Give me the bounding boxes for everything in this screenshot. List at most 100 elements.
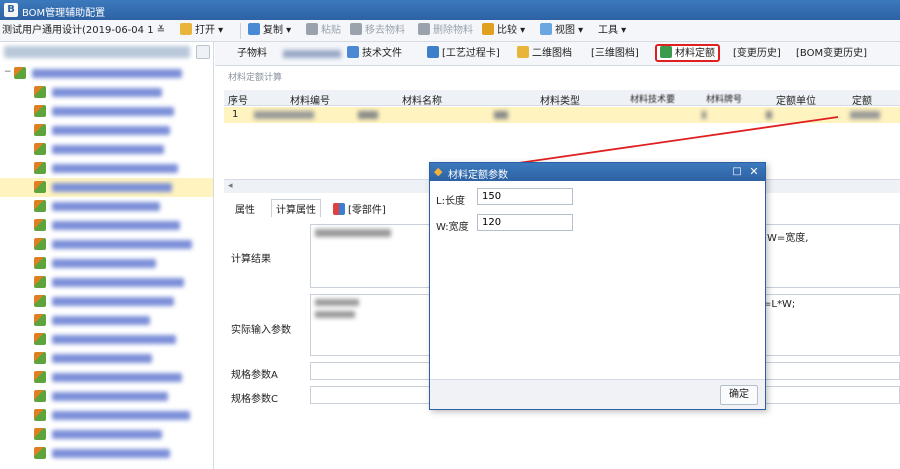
tree-node-label <box>52 297 174 306</box>
tree-node-label <box>52 316 150 325</box>
tree-node[interactable] <box>0 311 213 330</box>
tree-node[interactable] <box>0 197 213 216</box>
ok-button[interactable]: 确定 <box>720 385 758 405</box>
col-material-code[interactable]: 材料编号 <box>290 92 330 107</box>
tree-node-label <box>52 164 178 173</box>
tree-node[interactable] <box>0 330 213 349</box>
scheme-select[interactable]: 测试用户通用设计(2019-06-04 1 ≚ <box>2 23 170 39</box>
input-hint: =L*W; <box>763 299 796 310</box>
tab-parts[interactable]: [零部件] <box>333 201 386 216</box>
tab-3d-drawing[interactable]: [三维图档] <box>591 46 639 62</box>
tab-parts-label: [零部件] <box>348 205 386 216</box>
tab-2d-drawing-label: 二维图档 <box>532 48 572 59</box>
tree-node[interactable] <box>0 83 213 102</box>
collapse-icon: − <box>4 67 12 77</box>
tree-node[interactable] <box>0 387 213 406</box>
tree-node-selected[interactable] <box>0 178 213 197</box>
col-quota-unit[interactable]: 定额单位 <box>776 92 816 107</box>
tree-node[interactable] <box>0 425 213 444</box>
width-label: W:宽度 <box>436 222 469 233</box>
tree-node-label <box>52 145 164 154</box>
scheme-select-value: 测试用户通用设计(2019-06-04 1 <box>2 25 154 36</box>
copy-button[interactable]: 复制 ▾ <box>248 23 291 39</box>
part-icon <box>34 162 46 174</box>
tree-node-label <box>52 126 170 135</box>
tree-node[interactable] <box>0 140 213 159</box>
tree-node-label <box>52 335 176 344</box>
tree-node[interactable] <box>0 121 213 140</box>
tree-node[interactable] <box>0 254 213 273</box>
tree-search-input[interactable] <box>4 46 190 58</box>
col-material-grade[interactable]: 材料牌号 <box>706 92 742 105</box>
part-icon <box>34 124 46 136</box>
tree-root-node[interactable]: − <box>0 64 213 83</box>
tree-node-label <box>52 430 162 439</box>
open-button[interactable]: 打开 ▾ <box>180 23 223 39</box>
length-input[interactable] <box>477 188 573 205</box>
compare-icon <box>482 23 494 35</box>
tab-bom-change-history[interactable]: [BOM变更历史] <box>796 46 867 62</box>
col-index[interactable]: 序号 <box>228 92 248 107</box>
calc-result-value <box>315 229 391 237</box>
delete-icon <box>418 23 430 35</box>
view-button-label: 视图 <box>555 25 575 36</box>
quota-icon <box>660 46 672 58</box>
paste-button[interactable]: 粘贴 <box>306 23 341 39</box>
tree-node[interactable] <box>0 406 213 425</box>
dialog-titlebar[interactable]: ◆ 材料定额参数 □ ✕ <box>430 163 765 181</box>
tab-process-card[interactable]: [工艺过程卡] <box>427 46 500 62</box>
tree-node[interactable] <box>0 102 213 121</box>
tab-2d-drawing[interactable]: 二维图档 <box>517 46 572 62</box>
tab-process-card-label: [工艺过程卡] <box>442 48 500 59</box>
tree-node-label <box>52 449 170 458</box>
cell-index: 1 <box>232 109 239 120</box>
tab-calc-attributes[interactable]: 计算属性 <box>271 199 321 217</box>
tree-filter-button[interactable] <box>196 45 210 59</box>
drawing-icon <box>517 46 529 58</box>
delete-material-label: 删除物料 <box>433 25 473 36</box>
scroll-left-icon[interactable]: ◂ <box>228 181 233 191</box>
cell-material-name <box>358 111 378 119</box>
tree-node-label <box>52 240 192 249</box>
tools-button[interactable]: 工具 ▾ <box>598 23 626 39</box>
cell-quota <box>850 111 880 119</box>
tree-node[interactable] <box>0 444 213 463</box>
calc-result-label: 计算结果 <box>231 254 271 265</box>
col-material-tech[interactable]: 材料技术要 <box>630 92 675 105</box>
close-icon[interactable]: ✕ <box>748 166 760 178</box>
tree-node[interactable] <box>0 159 213 178</box>
col-quota[interactable]: 定额 <box>852 92 872 107</box>
paste-icon <box>306 23 318 35</box>
tab-redacted[interactable] <box>283 50 341 58</box>
tab-material-quota[interactable]: 材料定额 <box>655 44 720 62</box>
part-icon <box>34 257 46 269</box>
width-input[interactable] <box>477 214 573 231</box>
tab-change-history[interactable]: [变更历史] <box>733 46 781 62</box>
tree-node[interactable] <box>0 235 213 254</box>
col-material-name[interactable]: 材料名称 <box>402 92 442 107</box>
part-icon <box>34 428 46 440</box>
tree-node[interactable] <box>0 216 213 235</box>
table-row[interactable]: 1 <box>224 107 900 123</box>
tab-attributes[interactable]: 属性 <box>235 201 255 216</box>
copy-button-label: 复制 <box>263 25 283 36</box>
window-title: BOM管理辅助配置 <box>22 8 106 19</box>
maximize-icon[interactable]: □ <box>731 166 743 178</box>
window-titlebar: B BOM管理辅助配置 <box>0 0 900 20</box>
delete-material-button[interactable]: 删除物料 <box>418 23 473 39</box>
col-material-type[interactable]: 材料类型 <box>540 92 580 107</box>
view-button[interactable]: 视图 ▾ <box>540 23 583 39</box>
tree-node-label <box>32 69 182 78</box>
tab-tech-doc[interactable]: 技术文件 <box>347 46 402 62</box>
tree-node-label <box>52 411 190 420</box>
part-icon <box>34 238 46 250</box>
compare-button[interactable]: 比较 ▾ <box>482 23 525 39</box>
tree-node[interactable] <box>0 368 213 387</box>
folder-icon <box>180 23 192 35</box>
tab-child-material[interactable]: 子物料 <box>237 46 267 62</box>
move-material-button[interactable]: 移去物料 <box>350 23 405 39</box>
view-icon <box>540 23 552 35</box>
tree-node[interactable] <box>0 349 213 368</box>
tree-node[interactable] <box>0 292 213 311</box>
tree-node[interactable] <box>0 273 213 292</box>
